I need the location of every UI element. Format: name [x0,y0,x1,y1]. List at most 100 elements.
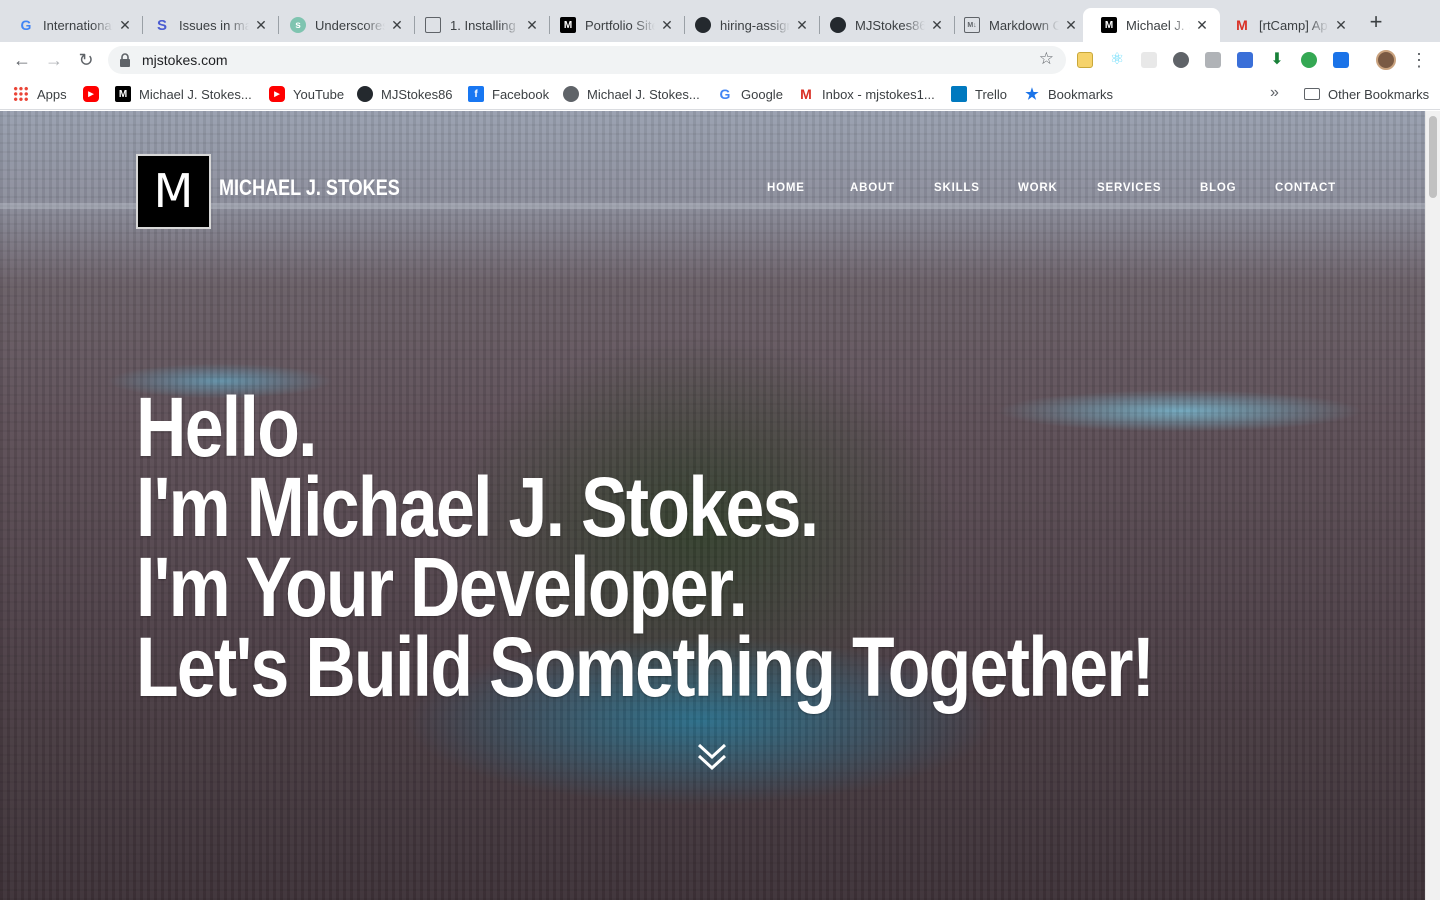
tab-strip: G International ✕ S Issues in ma ✕ s Und… [0,0,1440,42]
bookmark-label: YouTube [293,86,345,102]
nav-services[interactable]: SERVICES [1097,182,1161,194]
nav-work[interactable]: WORK [1018,182,1058,194]
other-bookmarks-folder[interactable]: Other Bookmarks [1304,86,1429,102]
github-icon [357,86,373,102]
site-logo-text[interactable]: MICHAEL J. STOKES [219,175,400,201]
bookmark-bookmarks[interactable]: ★ Bookmarks [1024,86,1114,103]
close-icon[interactable]: ✕ [117,17,133,34]
bookmark-label: Inbox - mjstokes1... [822,86,935,102]
scroll-down-chevron-icon[interactable] [696,739,728,775]
site-logo-mark[interactable]: M [136,154,211,229]
nav-blog[interactable]: BLOG [1200,182,1236,194]
close-icon[interactable]: ✕ [659,17,675,34]
bookmark-star-icon[interactable]: ☆ [1039,49,1054,69]
back-arrow-icon[interactable]: ← [10,48,34,72]
bookmark-inbox[interactable]: M Inbox - mjstokes1... [798,86,935,102]
tab-title: Michael J. S [1126,17,1190,33]
bookmark-youtube-icon-only[interactable]: ▶ [83,86,107,102]
extension-icon[interactable] [1333,52,1349,68]
book-icon [425,17,441,33]
gmail-icon: M [1236,17,1248,33]
new-tab-button[interactable]: + [1364,11,1388,35]
hero-line-3: I'm Your Developer. [136,540,748,634]
tab-title: 1. Installing [450,17,516,33]
extension-icon[interactable] [1301,52,1317,68]
m-logo-icon: M [560,17,576,33]
bookmark-label: MJStokes86 [381,86,453,102]
hero-heading: Hello. I'm Michael J. Stokes. I'm Your D… [136,385,1362,714]
close-icon[interactable]: ✕ [794,17,810,34]
profile-avatar[interactable] [1376,50,1396,70]
tab-6[interactable]: MJStokes86 ✕ [812,8,955,42]
github-icon [830,17,846,33]
bookmark-michael-stokes[interactable]: M Michael J. Stokes... [115,86,252,102]
react-devtools-icon[interactable]: ⚛ [1109,52,1125,68]
extension-icon[interactable] [1141,52,1157,68]
tab-5[interactable]: hiring-assign ✕ [677,8,820,42]
more-bookmarks-chevron-icon[interactable]: » [1270,84,1279,102]
bookmark-label: Other Bookmarks [1328,86,1430,102]
hero-line-4: Let's Build Something Together! [136,620,1155,714]
extension-circle-icon[interactable] [1173,52,1189,68]
hero-line-2: I'm Michael J. Stokes. [136,460,819,554]
hero-section: M MICHAEL J. STOKES HOME ABOUT SKILLS WO… [0,111,1425,900]
gmail-icon: M [800,86,812,102]
tab-9[interactable]: M [rtCamp] Ap ✕ [1216,8,1359,42]
nav-about[interactable]: ABOUT [850,182,895,194]
bookmark-label: Trello [975,86,1008,102]
tab-3[interactable]: 1. Installing ✕ [407,8,550,42]
close-icon[interactable]: ✕ [1333,17,1349,34]
bookmarks-bar: Apps ▶ M Michael J. Stokes... ▶ YouTube … [0,78,1440,110]
tab-1[interactable]: S Issues in ma ✕ [136,8,279,42]
close-icon[interactable]: ✕ [1194,17,1210,34]
apps-grid-icon [13,86,29,102]
extension-icon[interactable] [1205,52,1221,68]
close-icon[interactable]: ✕ [524,17,540,34]
bookmark-youtube[interactable]: ▶ YouTube [269,86,344,102]
bookmark-github[interactable]: MJStokes86 [357,86,453,102]
download-arrow-icon[interactable]: ⬇ [1269,52,1285,68]
tab-title: [rtCamp] Ap [1259,17,1328,33]
bookmark-facebook[interactable]: f Facebook [468,86,549,102]
bookmark-michael-stokes-2[interactable]: Michael J. Stokes... [563,86,700,102]
bookmark-label: Facebook [492,86,550,102]
bookmark-trello[interactable]: Trello [951,86,1007,102]
bookmark-label: Bookmarks [1048,86,1114,102]
globe-icon [563,86,579,102]
bookmark-google[interactable]: G Google [717,86,783,102]
lock-icon [120,53,130,67]
stackshare-icon: S [156,16,167,34]
tab-title: Portfolio Site [585,17,655,33]
bookmark-apps[interactable]: Apps [13,86,67,102]
notes-extension-icon[interactable] [1077,52,1093,68]
youtube-icon: ▶ [83,86,99,102]
close-icon[interactable]: ✕ [389,17,405,34]
menu-dots-icon[interactable]: ⋮ [1410,48,1428,72]
google-icon: G [20,17,32,33]
nav-skills[interactable]: SKILLS [934,182,980,194]
scrollbar-track[interactable] [1425,111,1440,900]
close-icon[interactable]: ✕ [1063,17,1079,34]
tab-2[interactable]: s Underscores ✕ [272,8,415,42]
tab-title: hiring-assign [720,17,790,33]
tab-7[interactable]: M↓ Markdown C ✕ [946,8,1089,42]
reload-icon[interactable]: ↻ [74,48,98,72]
tab-title: Underscores [315,17,385,33]
markdown-icon: M↓ [964,17,980,33]
address-bar[interactable]: mjstokes.com ☆ [108,46,1066,74]
scrollbar-thumb[interactable] [1429,116,1437,198]
nav-home[interactable]: HOME [767,182,805,194]
browser-toolbar: ← → ↻ mjstokes.com ☆ ⚛ ⬇ ⋮ [0,42,1440,78]
extension-icon[interactable] [1237,52,1253,68]
tab-4[interactable]: M Portfolio Site ✕ [542,8,685,42]
facebook-icon: f [468,86,484,102]
url-text: mjstokes.com [142,52,228,68]
forward-arrow-icon[interactable]: → [42,48,66,72]
m-logo-icon: M [1101,17,1117,33]
close-icon[interactable]: ✕ [929,17,945,34]
nav-contact[interactable]: CONTACT [1275,182,1336,194]
tab-0[interactable]: G International ✕ [0,8,143,42]
tab-8-active[interactable]: M Michael J. S ✕ [1083,8,1220,42]
close-icon[interactable]: ✕ [253,17,269,34]
m-logo-icon: M [115,86,131,102]
